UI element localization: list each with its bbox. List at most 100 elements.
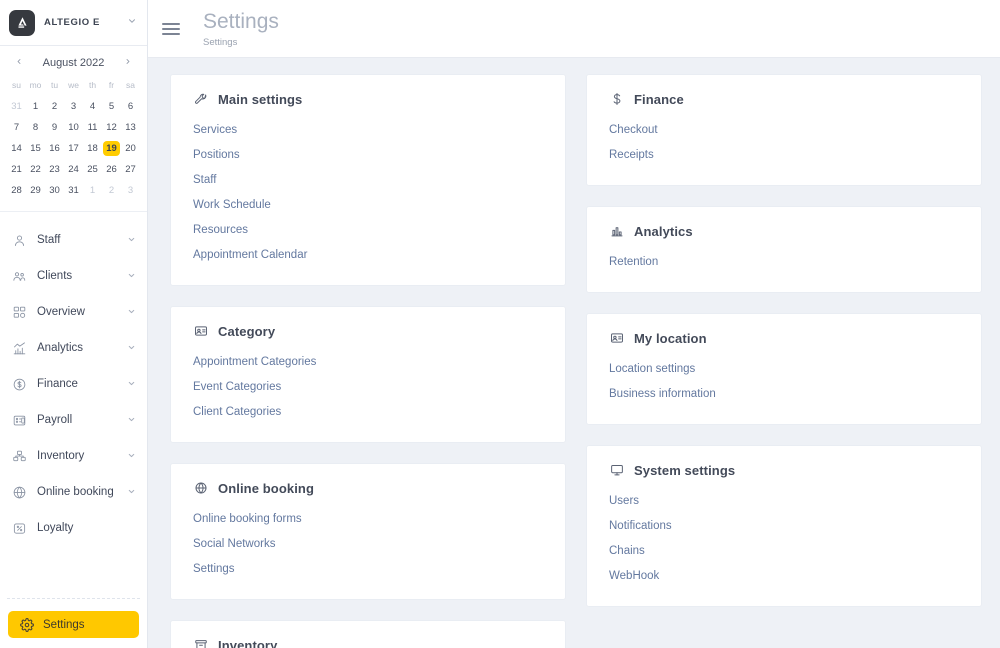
card-link-settings[interactable]: Settings: [193, 557, 545, 582]
card-link-online-booking-forms[interactable]: Online booking forms: [193, 507, 545, 532]
calendar-day[interactable]: 5: [102, 96, 121, 117]
chevron-right-icon[interactable]: [121, 56, 135, 70]
chevron-down-icon[interactable]: [127, 271, 136, 282]
calendar-day[interactable]: 8: [26, 117, 45, 138]
calendar-day[interactable]: 17: [64, 138, 83, 159]
calendar-day[interactable]: 29: [26, 180, 45, 201]
calendar-day[interactable]: 25: [83, 159, 102, 180]
sidebar-item-overview[interactable]: Overview: [0, 294, 147, 330]
card-link-client-categories[interactable]: Client Categories: [193, 400, 545, 425]
calendar-day[interactable]: 14: [7, 138, 26, 159]
card-link-retention[interactable]: Retention: [609, 250, 961, 275]
chevron-down-icon[interactable]: [127, 16, 137, 29]
hamburger-menu-icon[interactable]: [162, 22, 180, 35]
card-link-services[interactable]: Services: [193, 118, 545, 143]
calendar-day[interactable]: 22: [26, 159, 45, 180]
sidebar-item-loyalty[interactable]: Loyalty: [0, 510, 147, 546]
sidebar-item-staff[interactable]: Staff: [0, 222, 147, 258]
card-link-receipts[interactable]: Receipts: [609, 143, 961, 168]
calendar-day[interactable]: 2: [102, 180, 121, 201]
settings-card-online-booking: Online booking Online booking forms Social…: [170, 463, 566, 600]
sidebar-item-clients[interactable]: Clients: [0, 258, 147, 294]
chevron-left-icon[interactable]: [12, 56, 26, 70]
card-link-appointment-categories[interactable]: Appointment Categories: [193, 350, 545, 375]
calendar-day-label: 30: [49, 185, 60, 196]
card-link-event-categories[interactable]: Event Categories: [193, 375, 545, 400]
card-title: Main settings: [218, 91, 303, 107]
brand-selector[interactable]: ALTEGIO E: [0, 0, 147, 46]
card-header: System settings: [609, 462, 961, 478]
calendar-day[interactable]: 6: [121, 96, 140, 117]
chevron-down-icon[interactable]: [127, 307, 136, 318]
calendar-day[interactable]: 4: [83, 96, 102, 117]
calendar-day-label: 7: [13, 122, 20, 133]
calendar-day[interactable]: 27: [121, 159, 140, 180]
calendar-day[interactable]: 3: [121, 180, 140, 201]
card-link-users[interactable]: Users: [609, 489, 961, 514]
calendar-day[interactable]: 16: [45, 138, 64, 159]
card-link-notifications[interactable]: Notifications: [609, 514, 961, 539]
calendar-day[interactable]: 15: [26, 138, 45, 159]
calendar-day-label: 14: [11, 143, 22, 154]
sidebar-item-inventory[interactable]: Inventory: [0, 438, 147, 474]
chevron-down-icon[interactable]: [127, 235, 136, 246]
calendar-day-label: 27: [125, 164, 136, 175]
sidebar-item-finance[interactable]: Finance: [0, 366, 147, 402]
calendar-day[interactable]: 30: [45, 180, 64, 201]
card-link-staff[interactable]: Staff: [193, 168, 545, 193]
calendar-day-label: 21: [11, 164, 22, 175]
sidebar-item-online-booking[interactable]: Online booking: [0, 474, 147, 510]
calendar-day[interactable]: 2: [45, 96, 64, 117]
calendar-day-label: 15: [30, 143, 41, 154]
sidebar-item-analytics[interactable]: Analytics: [0, 330, 147, 366]
card-header: Online booking: [193, 480, 545, 496]
settings-card-inventory: Inventory: [170, 620, 566, 648]
card-link-appointment-calendar[interactable]: Appointment Calendar: [193, 243, 545, 268]
chevron-down-icon[interactable]: [127, 379, 136, 390]
card-link-work-schedule[interactable]: Work Schedule: [193, 193, 545, 218]
calendar-day[interactable]: 23: [45, 159, 64, 180]
calendar-day-label: 23: [49, 164, 60, 175]
card-link-resources[interactable]: Resources: [193, 218, 545, 243]
chevron-down-icon[interactable]: [127, 487, 136, 498]
calendar-day[interactable]: 11: [83, 117, 102, 138]
calendar-month-label: August 2022: [42, 57, 105, 69]
card-link-chains[interactable]: Chains: [609, 539, 961, 564]
user-icon: [11, 232, 28, 249]
app-root: ALTEGIO E August 2022 su mo tu we th fr sa 31 1…: [0, 0, 1000, 648]
calendar-day[interactable]: 20: [121, 138, 140, 159]
calendar-day[interactable]: 31: [7, 96, 26, 117]
chevron-down-icon[interactable]: [127, 343, 136, 354]
calendar-day[interactable]: 13: [121, 117, 140, 138]
calendar-day[interactable]: 26: [102, 159, 121, 180]
monitor-icon: [609, 462, 625, 478]
box-archive-icon: [193, 637, 209, 648]
card-link-checkout[interactable]: Checkout: [609, 118, 961, 143]
card-link-social-networks[interactable]: Social Networks: [193, 532, 545, 557]
calendar-day[interactable]: 19: [102, 138, 121, 159]
calendar-day[interactable]: 31: [64, 180, 83, 201]
calendar-day[interactable]: 24: [64, 159, 83, 180]
calendar-header: August 2022: [7, 54, 140, 77]
chevron-down-icon[interactable]: [127, 451, 136, 462]
calendar-day[interactable]: 10: [64, 117, 83, 138]
card-link-business-information[interactable]: Business information: [609, 382, 961, 407]
card-link-location-settings[interactable]: Location settings: [609, 357, 961, 382]
card-title: Inventory: [218, 637, 278, 648]
calendar-day[interactable]: 18: [83, 138, 102, 159]
calendar-day[interactable]: 12: [102, 117, 121, 138]
sidebar-item-settings[interactable]: Settings: [8, 611, 139, 638]
chevron-down-icon[interactable]: [127, 415, 136, 426]
card-link-webhook[interactable]: WebHook: [609, 564, 961, 589]
calendar-day[interactable]: 1: [26, 96, 45, 117]
calendar-day[interactable]: 9: [45, 117, 64, 138]
calendar-day[interactable]: 7: [7, 117, 26, 138]
calendar-day[interactable]: 28: [7, 180, 26, 201]
card-link-positions[interactable]: Positions: [193, 143, 545, 168]
calendar-day[interactable]: 3: [64, 96, 83, 117]
calendar-day-label: 3: [70, 101, 77, 112]
calendar-day[interactable]: 1: [83, 180, 102, 201]
settings-card-main-settings: Main settings Services Positions Staff Work …: [170, 74, 566, 286]
calendar-day[interactable]: 21: [7, 159, 26, 180]
sidebar-item-payroll[interactable]: Payroll: [0, 402, 147, 438]
